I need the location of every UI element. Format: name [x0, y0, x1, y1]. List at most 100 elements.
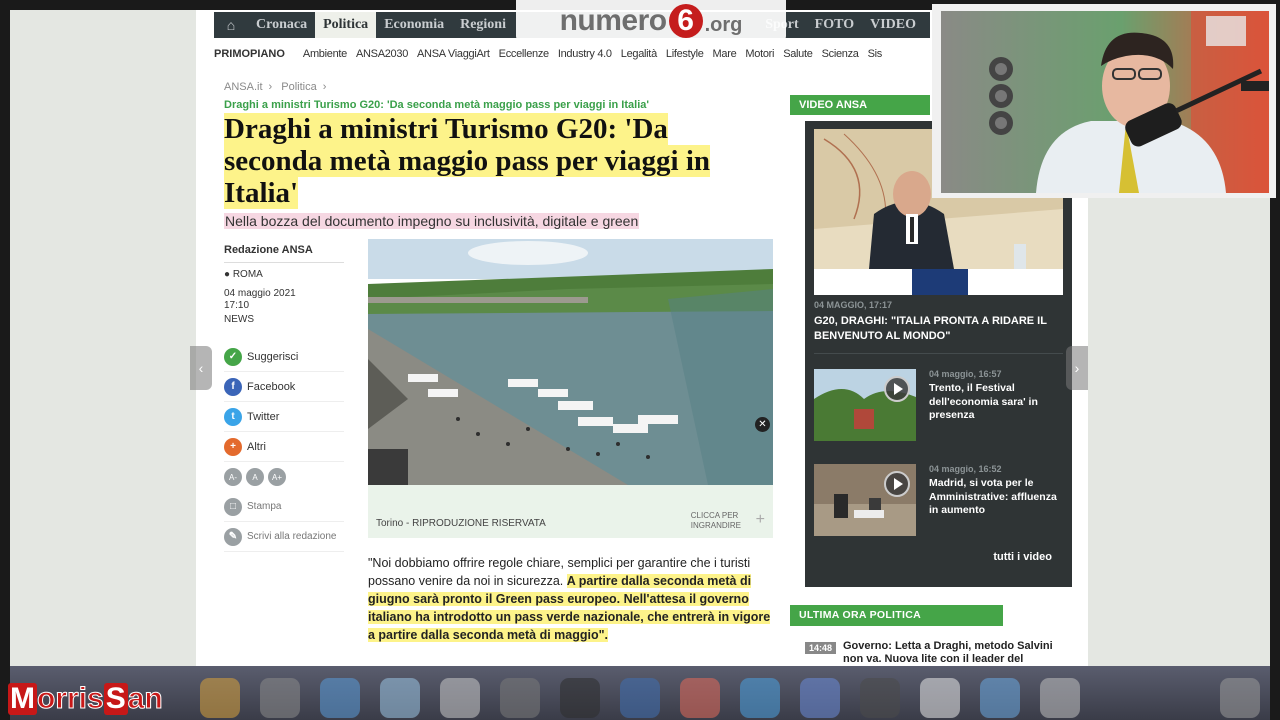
subnav-item[interactable]: Mare: [713, 48, 737, 60]
webcam-overlay: [932, 4, 1276, 198]
webcam-feed: [941, 11, 1269, 193]
dock-app-icon[interactable]: [620, 678, 660, 718]
video-title[interactable]: Madrid, si vota per le Amministrative: a…: [929, 477, 1063, 518]
dock-app-icon[interactable]: [260, 678, 300, 718]
photo-caption-bar: Torino - RIPRODUZIONE RISERVATA CLICCA P…: [368, 485, 773, 538]
all-videos-link[interactable]: tutti i video: [993, 551, 1052, 563]
nav-item-politica[interactable]: Politica: [315, 12, 377, 38]
article-title: Draghi a ministri Turismo G20: 'Da secon…: [224, 113, 764, 209]
video-date: 04 maggio, 16:57: [929, 369, 1002, 379]
zoom-label-line2: INGRANDIRE: [690, 521, 741, 530]
date-text: 04 maggio 2021: [224, 288, 296, 299]
nav-item-economia[interactable]: Economia: [376, 12, 452, 38]
video-item[interactable]: 04 maggio, 16:57 Trento, il Festival del…: [814, 369, 1063, 441]
subnav-item[interactable]: Sis: [868, 48, 883, 60]
dock-app-icon[interactable]: [740, 678, 780, 718]
write-editor-button[interactable]: ✎ Scrivi alla redazione: [224, 522, 344, 552]
dock-app-icon[interactable]: [560, 678, 600, 718]
dock-app-icon[interactable]: [200, 678, 240, 718]
subnav-item[interactable]: Industry 4.0: [558, 48, 612, 60]
nav-item-foto[interactable]: FOTO: [807, 12, 862, 38]
dock-app-icon[interactable]: [320, 678, 360, 718]
home-icon[interactable]: ⌂: [214, 12, 248, 38]
breadcrumb-home[interactable]: ANSA.it: [224, 81, 263, 93]
dock-app-icon[interactable]: [380, 678, 420, 718]
twitter-button[interactable]: t Twitter: [224, 402, 344, 432]
nav-item-regioni[interactable]: Regioni: [452, 12, 514, 38]
site-logo[interactable]: numero 6 .org: [516, 0, 786, 42]
logo-text: numero: [559, 4, 668, 37]
zoom-plus-icon[interactable]: +: [756, 511, 765, 529]
latest-news-item[interactable]: 14:48 Governo: Letta a Draghi, metodo Sa…: [805, 640, 1075, 678]
dock-app-icon[interactable]: [920, 678, 960, 718]
dock-app-icon[interactable]: [500, 678, 540, 718]
divider: [814, 353, 1063, 354]
printer-icon: □: [224, 497, 242, 516]
font-decrease-button[interactable]: A-: [224, 468, 242, 486]
nav-item-video[interactable]: VIDEO: [862, 12, 924, 38]
chevron-left-icon[interactable]: ‹: [190, 346, 212, 390]
subnav-primopiano[interactable]: PRIMOPIANO: [214, 48, 285, 60]
article-photo[interactable]: [368, 239, 773, 485]
logo-digit: 6: [668, 4, 703, 38]
location-text: ROMA: [232, 269, 263, 280]
subnav-item[interactable]: Lifestyle: [666, 48, 704, 60]
zoom-label-line1: CLICCA PER: [690, 511, 739, 520]
video-item[interactable]: 04 maggio, 16:52 Madrid, si vota per le …: [814, 464, 1063, 536]
dock-app-icon[interactable]: [1220, 678, 1260, 718]
breadcrumb: ANSA.it › Politica ›: [224, 81, 327, 93]
twitter-label: Twitter: [247, 410, 280, 423]
nav-item-cronaca[interactable]: Cronaca: [248, 12, 315, 38]
thumb-up-icon: ✓: [224, 347, 242, 366]
dock-app-icon[interactable]: [860, 678, 900, 718]
subnav-item[interactable]: Motori: [745, 48, 774, 60]
article-tag: NEWS: [224, 314, 254, 325]
subnav-item[interactable]: Scienza: [822, 48, 859, 60]
facebook-button[interactable]: f Facebook: [224, 372, 344, 402]
play-icon[interactable]: [884, 471, 910, 497]
chevron-right-icon[interactable]: ›: [1066, 346, 1088, 390]
latest-news-header[interactable]: ULTIMA ORA POLITICA: [790, 605, 1003, 626]
brand-letter-s: S: [103, 682, 128, 715]
dock-app-icon[interactable]: [980, 678, 1020, 718]
font-increase-button[interactable]: A+: [268, 468, 286, 486]
subnav-item[interactable]: ANSA ViaggiArt: [417, 48, 490, 60]
app-dock: [10, 666, 1270, 720]
facebook-icon: f: [224, 377, 242, 396]
facebook-label: Facebook: [247, 380, 296, 393]
article-date: 04 maggio 2021 17:10: [224, 288, 344, 312]
suggest-label: Suggerisci: [247, 350, 299, 363]
more-button[interactable]: + Altri: [224, 432, 344, 462]
subnav-item[interactable]: Eccellenze: [499, 48, 550, 60]
video-section-header[interactable]: VIDEO ANSA: [790, 95, 930, 115]
main-video-title[interactable]: G20, DRAGHI: "ITALIA PRONTA A RIDARE IL …: [814, 314, 1054, 344]
zoom-label[interactable]: CLICCA PER INGRANDIRE: [691, 511, 741, 531]
author: Redazione ANSA: [224, 244, 344, 263]
video-title[interactable]: Trento, il Festival dell'economia sara' …: [929, 382, 1063, 423]
subnav-item[interactable]: ANSA2030: [356, 48, 408, 60]
article-kicker: Draghi a ministri Turismo G20: 'Da secon…: [224, 99, 649, 111]
dock-app-icon[interactable]: [680, 678, 720, 718]
article-byline: Redazione ANSA ● ROMA 04 maggio 2021 17:…: [224, 244, 344, 325]
subnav-item[interactable]: Legalità: [621, 48, 657, 60]
dock-app-icon[interactable]: [440, 678, 480, 718]
time-text: 17:10: [224, 300, 250, 311]
more-label: Altri: [247, 440, 266, 453]
video-date: 04 maggio, 16:52: [929, 464, 1002, 474]
brand-text-2: an: [127, 682, 163, 716]
breadcrumb-section[interactable]: Politica: [281, 81, 316, 93]
play-icon[interactable]: [884, 376, 910, 402]
dock-app-icon[interactable]: [1040, 678, 1080, 718]
suggest-button[interactable]: ✓ Suggerisci: [224, 342, 344, 372]
pencil-icon: ✎: [224, 527, 242, 546]
print-button[interactable]: □ Stampa: [224, 492, 344, 522]
dock-app-icon[interactable]: [800, 678, 840, 718]
photo-caption: Torino - RIPRODUZIONE RISERVATA: [376, 518, 546, 529]
twitter-icon: t: [224, 407, 242, 426]
map-pin-icon: ●: [224, 269, 231, 280]
subnav-item[interactable]: Ambiente: [303, 48, 347, 60]
location: ● ROMA: [224, 269, 344, 280]
font-reset-button[interactable]: A: [246, 468, 264, 486]
subnav-item[interactable]: Salute: [783, 48, 813, 60]
close-icon[interactable]: ✕: [755, 417, 770, 432]
